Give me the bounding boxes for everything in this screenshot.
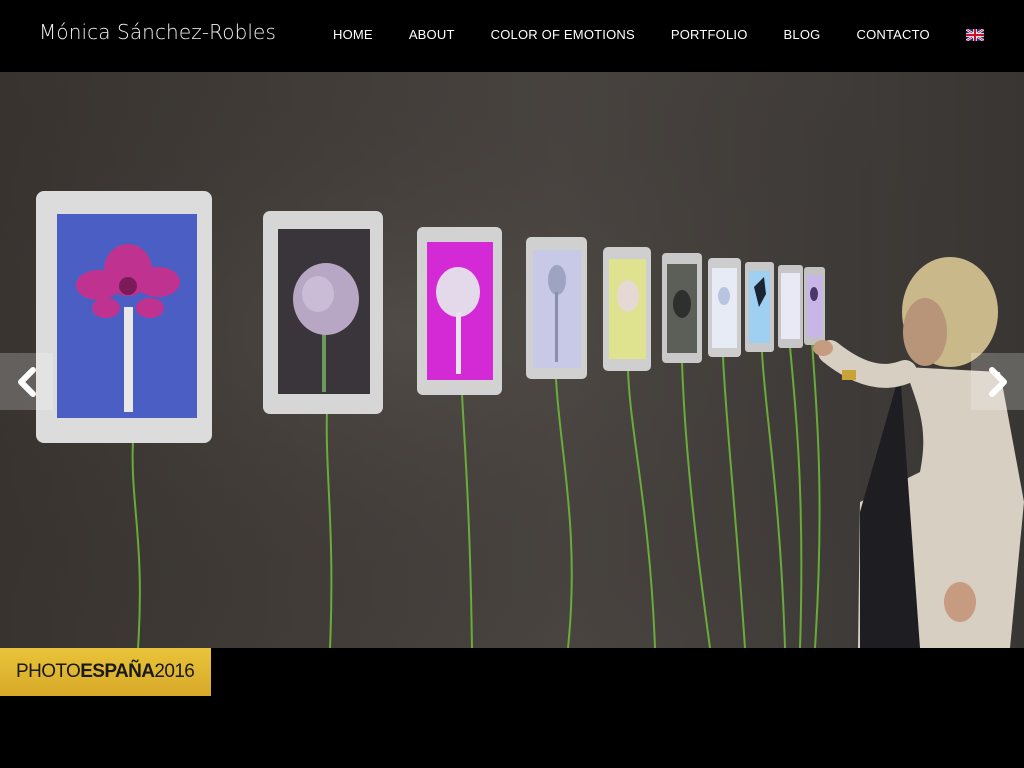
nav-home[interactable]: HOME [333, 27, 373, 42]
photoespana-badge[interactable]: PHOTO ESPAÑA 2016 [0, 648, 211, 696]
badge-year: 2016 [154, 661, 195, 682]
slider-next-button[interactable] [971, 353, 1024, 410]
nav-portfolio[interactable]: PORTFOLIO [671, 27, 748, 42]
main-nav: HOME ABOUT COLOR OF EMOTIONS PORTFOLIO B… [333, 27, 984, 42]
exhibition-photo [0, 72, 1024, 648]
nav-about[interactable]: ABOUT [409, 27, 455, 42]
hero-slider [0, 72, 1024, 648]
badge-espana: ESPAÑA [80, 661, 155, 682]
site-logo[interactable]: Mónica Sánchez-Robles [39, 20, 276, 44]
chevron-right-icon [988, 366, 1007, 397]
slider-prev-button[interactable] [0, 353, 53, 410]
chevron-left-icon [17, 366, 36, 397]
nav-color-of-emotions[interactable]: COLOR OF EMOTIONS [491, 27, 635, 42]
nav-contacto[interactable]: CONTACTO [856, 27, 929, 42]
badge-photo: PHOTO [16, 661, 81, 682]
nav-blog[interactable]: BLOG [784, 27, 821, 42]
uk-flag-icon[interactable] [965, 29, 984, 41]
site-header: Mónica Sánchez-Robles HOME ABOUT COLOR O… [0, 0, 1024, 72]
